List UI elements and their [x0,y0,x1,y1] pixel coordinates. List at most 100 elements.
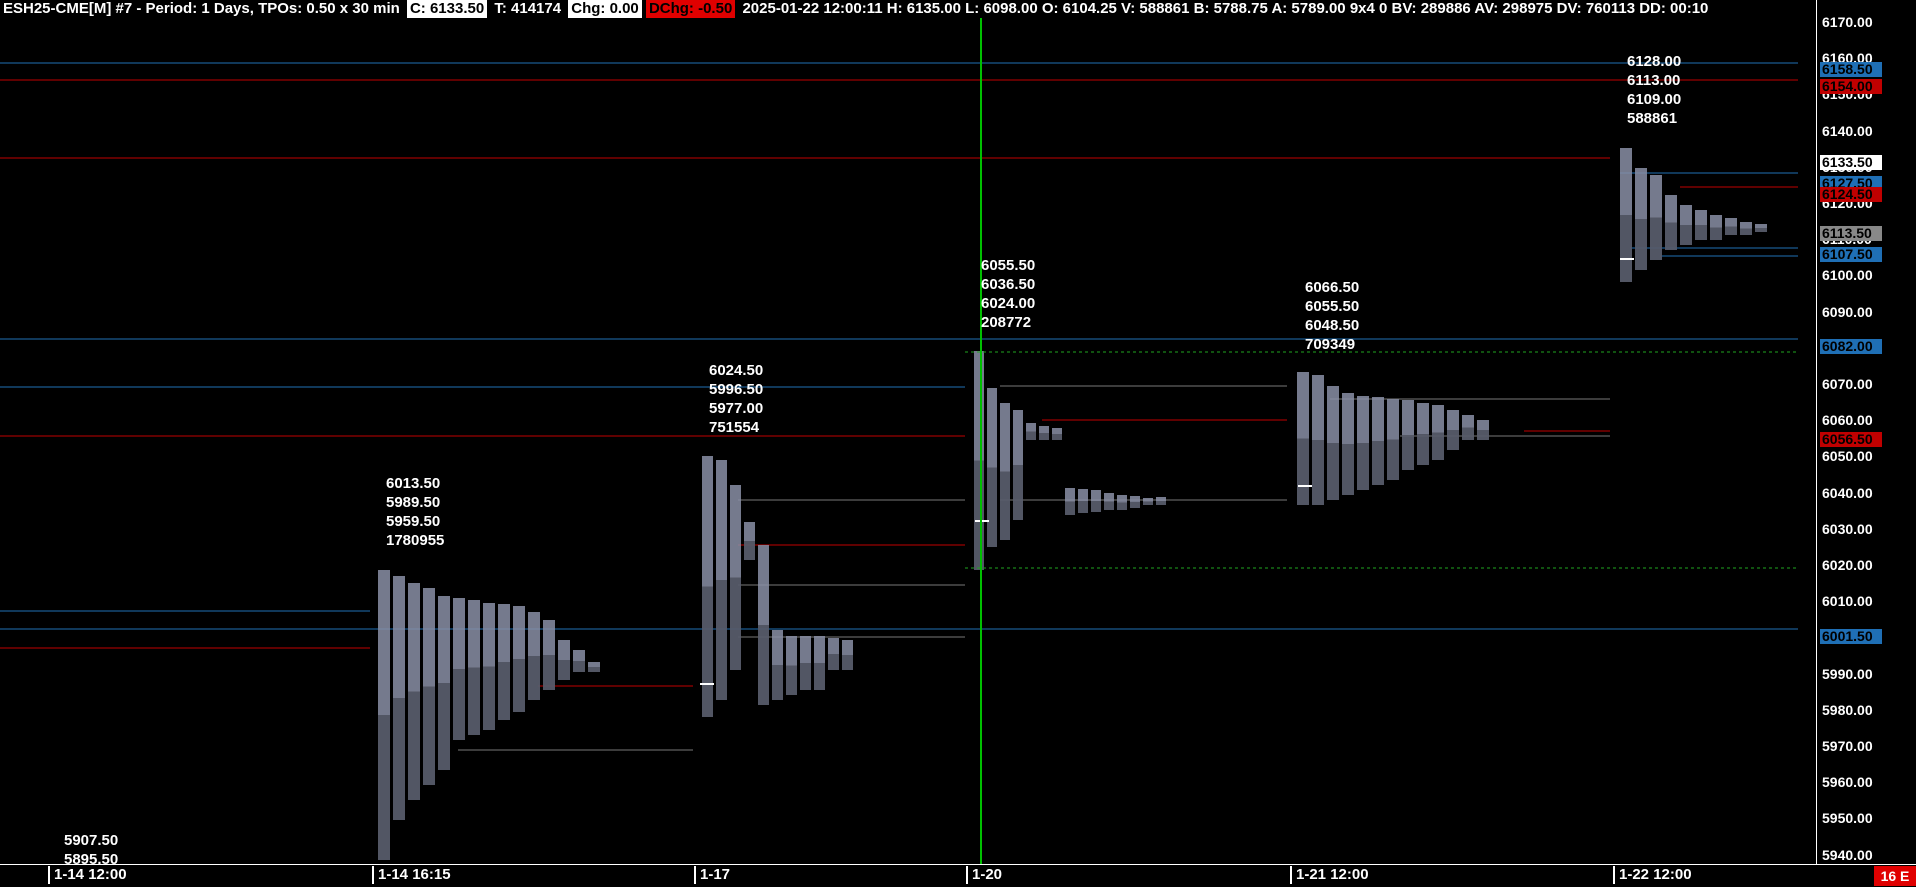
tpo-profile-shade [828,654,839,670]
tpo-profile-shade [1417,434,1429,465]
close-value: C: 6133.50 [406,0,488,18]
session-stat-line: 6055.50 [1305,298,1360,315]
price-level-tag: 6113.50 [1820,226,1882,241]
tpo-profile-shade [1462,427,1474,440]
price-tick-label: 5960.00 [1822,774,1873,791]
tpo-profile-shade [974,460,984,570]
symbol-title: ESH25-CME[M] #7 - Period: 1 Days, TPOs: … [3,0,400,17]
tpo-profile-shade [1725,226,1737,235]
tpo-profile-shade [1665,222,1677,250]
price-tick-label: 6090.00 [1822,303,1873,320]
tpo-profile-shade [1117,502,1127,510]
tpo-profile-shade [1680,225,1692,245]
tpo-profile-shade [438,683,450,770]
session-stat-line: 5977.00 [709,400,764,417]
tpo-profile-shade [1695,225,1707,240]
price-level-tag: 6056.50 [1820,432,1882,447]
tpo-profile-shade [1740,228,1752,235]
poc-marker [1620,258,1634,260]
tpo-profile-shade [1635,219,1647,270]
tpo-profile-shade [393,698,405,820]
tpo-profile-shade [800,663,811,690]
price-level-tag: 6107.50 [1820,247,1882,262]
price-tick-label: 6140.00 [1822,122,1873,139]
tpo-profile-shade [1052,434,1062,440]
tpo-profile-shade [1342,444,1354,495]
price-tick-label: 6050.00 [1822,448,1873,465]
session-stats: 6024.50 5996.50 5977.00 751554 [709,361,763,437]
session-stat-line: 6109.00 [1627,91,1682,108]
price-tick-label: 5950.00 [1822,810,1873,827]
tpo-profile-shade [468,667,480,735]
tpo-profile-shade [558,660,570,680]
time-axis-label: 1-21 12:00 [1290,866,1373,884]
tpo-profile-shade [702,586,713,717]
session-stat-line: 208772 [981,314,1032,331]
chart-header: ESH25-CME[M] #7 - Period: 1 Days, TPOs: … [0,0,1816,18]
tpo-profile-shade [786,665,797,695]
price-tick-label: 6100.00 [1822,267,1873,284]
session-stat-line: 5989.50 [386,494,441,511]
tpo-profile-shade [483,666,495,730]
tpo-profile-shade [453,669,465,740]
tpo-profile-shade [1039,433,1049,440]
time-axis-label: 1-14 16:15 [372,866,455,884]
price-level-tag: 6082.00 [1820,339,1882,354]
daily-change-value: DChg: -0.50 [645,0,736,18]
chart-plot-area[interactable] [0,0,1816,864]
tpo-profile-shade [1156,501,1166,505]
session-stats: 6055.50 6036.50 6024.00 208772 [981,256,1035,332]
tpo-profile-shade [1013,465,1023,520]
price-tick-label: 6020.00 [1822,557,1873,573]
change-value: Chg: 0.00 [568,0,642,18]
tpo-profile-shade [987,467,997,547]
price-tick-label: 5940.00 [1822,846,1873,863]
price-tick-label: 6170.00 [1822,14,1873,30]
session-stat-line: 6055.50 [981,257,1036,274]
tpo-profile-shade [1650,217,1662,260]
corner-badge[interactable]: 16 E [1874,866,1916,886]
tpo-profile-shade [378,715,390,860]
ticks-value: T: 414174 [494,0,562,17]
tpo-profile-shade [1000,471,1010,540]
time-axis-label: 1-17 [694,866,734,884]
tpo-profile-shade [1327,443,1339,500]
price-level-tag: 6001.50 [1820,629,1882,644]
tpo-profile-shade [528,656,540,700]
tpo-chart-canvas[interactable] [0,0,1816,864]
session-stat-line: 6013.50 [386,475,441,492]
session-stat-line: 6113.00 [1627,72,1681,89]
tpo-profile-shade [1357,443,1369,490]
price-tick-label: 5970.00 [1822,738,1873,754]
tpo-profile-shade [1620,215,1632,282]
session-stat-line: 709349 [1305,336,1356,353]
tpo-profile-shade [1065,501,1075,515]
tpo-profile-shade [842,655,853,670]
tpo-profile-shade [1091,501,1101,512]
session-stat-line: 6048.50 [1305,317,1360,334]
session-stat-line: 1780955 [386,532,445,549]
session-stat-line: 5996.50 [709,381,764,398]
tpo-profile-shade [1297,438,1309,505]
time-axis-label: 1-20 [966,866,1006,884]
tpo-profile-shade [814,663,825,690]
tpo-profile-shade [588,667,600,672]
session-stat-line: 5895.50 [64,851,119,868]
tpo-profile-shade [1078,501,1088,513]
session-stat-line: 6024.50 [709,362,764,379]
session-stat-line: 5959.50 [386,513,441,530]
price-tick-label: 6030.00 [1822,520,1873,537]
tpo-profile-shade [1104,501,1114,510]
poc-marker [1298,485,1312,487]
tpo-profile-shade [1387,439,1399,480]
price-tick-label: 5980.00 [1822,701,1873,718]
tpo-profile-shade [1312,440,1324,505]
price-tick-label: 5990.00 [1822,665,1873,682]
price-level-tag: 6154.00 [1820,79,1882,94]
session-stats: 6128.00 6113.00 6109.00 588861 [1627,52,1681,128]
tpo-profile-shade [772,665,783,700]
price-level-tag: 6133.50 [1820,155,1882,170]
tpo-profile-shade [1143,501,1153,505]
tpo-profile-shade [1710,227,1722,240]
tpo-profile-shade [408,691,420,800]
